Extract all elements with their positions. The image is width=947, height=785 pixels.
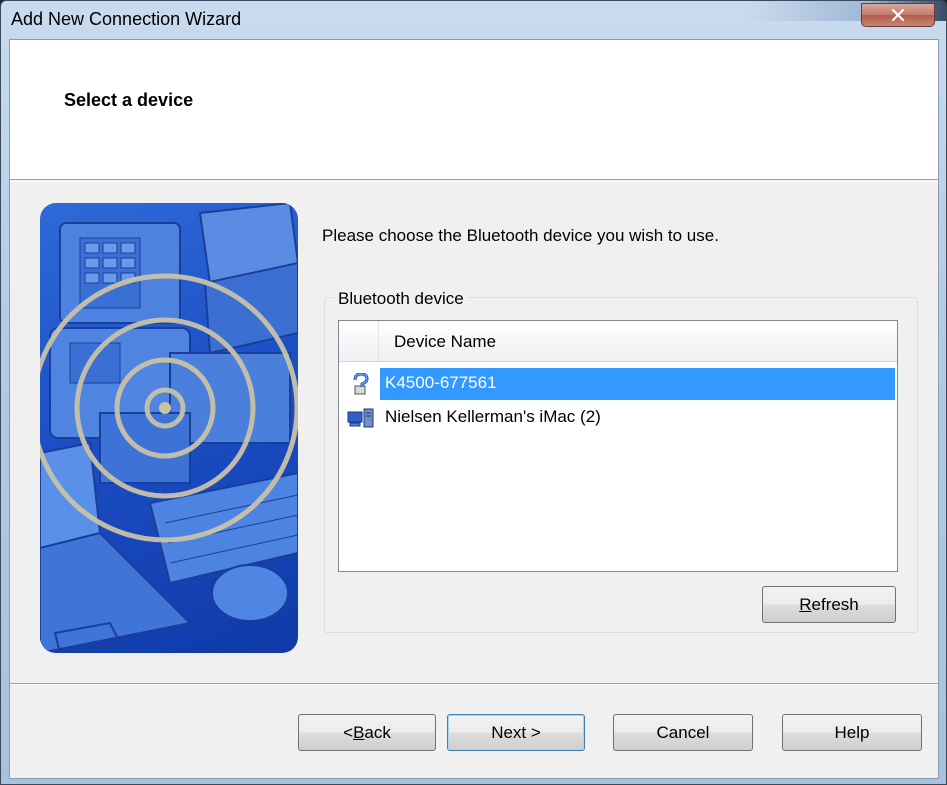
close-icon [891,9,905,21]
list-header: Device Name [339,321,897,362]
bluetooth-illustration [40,203,298,653]
page-title: Select a device [64,90,194,110]
refresh-button[interactable]: Refresh [762,586,896,623]
back-prefix: < [343,722,354,742]
column-header-label: Device Name [394,332,497,351]
title-bar[interactable]: Add New Connection Wizard [1,1,946,39]
header-divider [10,181,938,182]
wizard-window: Add New Connection Wizard Select a devic… [0,0,947,785]
dialog-client-area: Select a device Please choose the Blueto… [9,39,939,779]
back-button[interactable]: < Back [298,714,436,751]
window-title: Add New Connection Wizard [11,9,242,29]
back-mnemonic: B [353,722,365,742]
unknown-device-icon [353,373,369,395]
cancel-button[interactable]: Cancel [613,714,753,751]
next-button[interactable]: Next > [447,714,585,751]
close-button[interactable] [861,3,935,27]
instruction-text: Please choose the Bluetooth device you w… [322,226,719,245]
list-item-label: Nielsen Kellerman's iMac (2) [385,407,601,426]
list-item-label: K4500-677561 [380,368,895,400]
column-header-device-name[interactable]: Device Name [380,321,897,361]
help-button[interactable]: Help [782,714,922,751]
back-label-rest: ack [364,722,391,742]
group-label: Bluetooth device [334,289,468,309]
footer-divider-highlight [10,684,938,685]
refresh-label-rest: efresh [811,594,859,614]
wizard-header: Select a device [10,40,938,180]
column-header-icon[interactable] [339,321,379,361]
refresh-mnemonic: R [799,594,812,614]
computer-icon [347,408,374,428]
device-list[interactable]: Device Name K4500-677561 Nielsen Kellerm… [338,320,898,572]
list-item[interactable]: K4500-677561 [339,367,897,401]
list-item[interactable]: Nielsen Kellerman's iMac (2) [339,401,897,435]
